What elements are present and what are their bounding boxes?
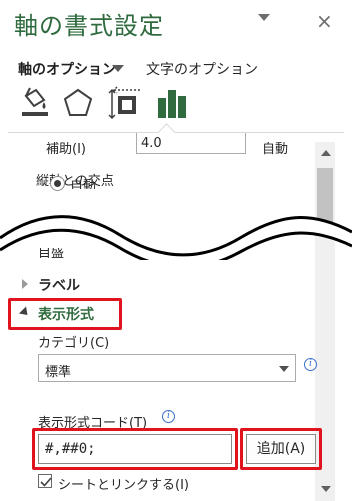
section-display-format[interactable]: 表示形式 [38,304,94,324]
scroll-down-icon[interactable] [321,486,331,492]
link-source-checkbox[interactable] [38,474,52,488]
link-source-label: シートとリンクする(I) [58,478,189,493]
pane-title: 軸の書式設定 [14,12,164,40]
effects-pentagon-icon[interactable] [60,86,96,122]
size-properties-icon[interactable] [108,86,144,122]
check-icon [40,477,52,487]
aux-auto-button[interactable]: 自動 [262,142,288,157]
scroll-up-icon[interactable] [321,150,331,156]
radio-auto-label: 自動 [70,179,97,194]
format-code-value: #,##0; [45,441,96,457]
info-icon[interactable]: i [162,410,175,423]
tab-axis-options-dropdown-icon[interactable] [112,65,124,72]
category-select[interactable]: 標準 [38,354,296,382]
category-label: カテゴリ(C) [38,336,110,351]
fill-line-icon[interactable] [16,86,52,122]
axis-options-bar-icon[interactable] [154,86,190,122]
info-icon[interactable]: i [304,358,317,371]
section-label[interactable]: ラベル [38,275,80,295]
aux-unit-value: 4.0 [141,136,162,151]
add-button[interactable]: 追加(A) [246,434,316,464]
aux-unit-label: 補助(I) [46,142,86,157]
radio-auto[interactable] [50,176,65,191]
category-value: 標準 [45,365,72,380]
tab-axis-options[interactable]: 軸のオプション [18,59,116,79]
close-icon[interactable]: × [316,9,333,33]
expand-label-icon[interactable] [22,279,28,289]
chevron-down-icon [279,366,289,372]
format-code-input[interactable]: #,##0; [38,434,232,464]
chevron-down-icon[interactable] [258,14,270,21]
tab-text-options[interactable]: 文字のオプション [146,59,258,79]
